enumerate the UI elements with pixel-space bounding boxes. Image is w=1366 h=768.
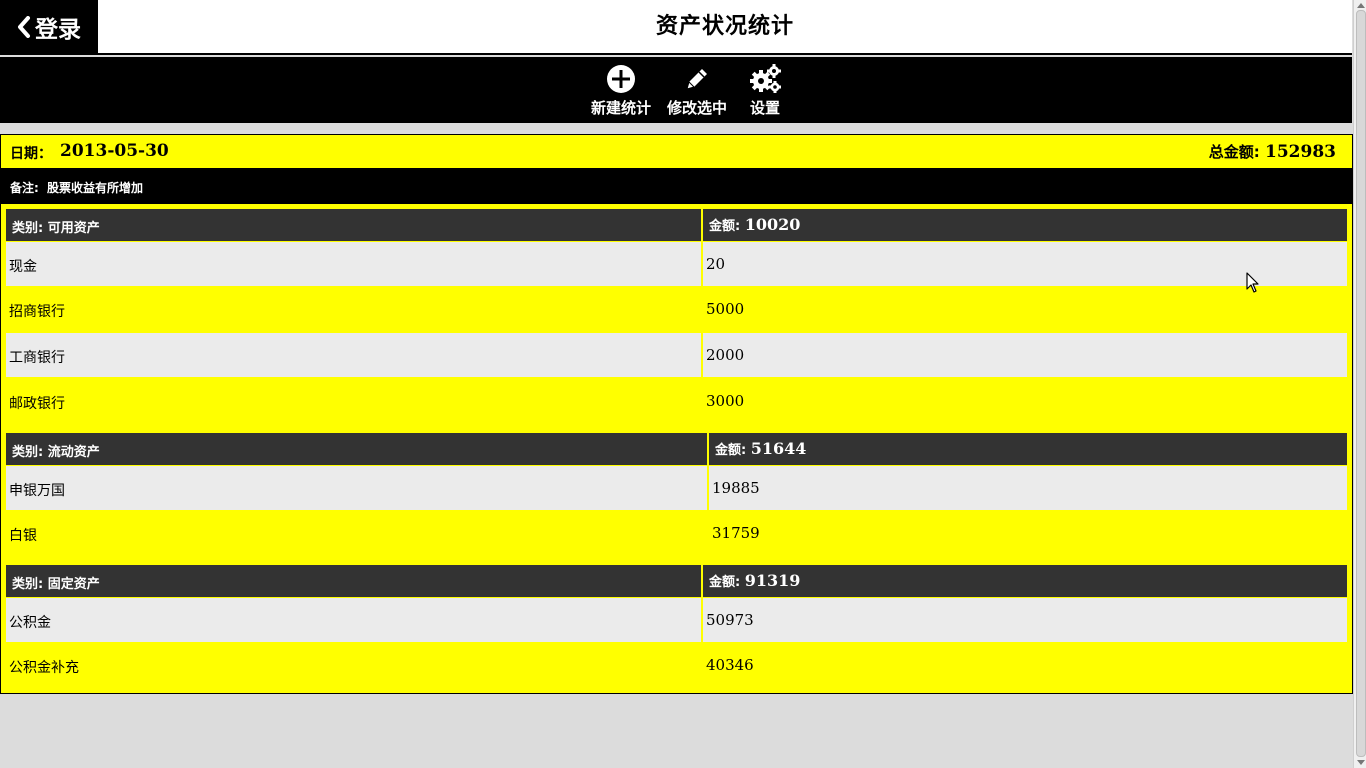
item-value-cell: 2000 bbox=[703, 333, 1347, 377]
pencil-icon bbox=[686, 69, 707, 90]
date-value: 2013-05-30 bbox=[60, 141, 169, 161]
total-label: 总金额: bbox=[1208, 143, 1266, 161]
category-cell: 类别: 固定资产 bbox=[6, 565, 701, 597]
table-row[interactable]: 申银万国 19885 bbox=[6, 466, 1347, 510]
category-amount-label: 金额: bbox=[709, 219, 745, 234]
vertical-scrollbar[interactable] bbox=[1353, 0, 1366, 768]
date-row: 日期： 2013-05-30 总金额: 152983 bbox=[1, 135, 1352, 168]
table-row[interactable]: 公积金补充 40346 bbox=[6, 643, 1347, 687]
table-row[interactable]: 现金 20 bbox=[6, 242, 1347, 286]
scroll-thumb[interactable] bbox=[1356, 10, 1366, 757]
item-name-cell: 工商银行 bbox=[6, 333, 701, 377]
category-amount-value: 51644 bbox=[750, 439, 807, 458]
item-name-cell: 公积金补充 bbox=[6, 643, 701, 687]
item-name: 招商银行 bbox=[9, 304, 65, 320]
settings-button[interactable]: 设置 bbox=[744, 63, 786, 123]
item-value: 5000 bbox=[706, 300, 745, 318]
category-cell: 类别: 可用资产 bbox=[6, 209, 701, 241]
table-row[interactable]: 招商银行 5000 bbox=[6, 287, 1347, 331]
item-name-cell: 现金 bbox=[6, 242, 701, 286]
back-button-label: 登录 bbox=[35, 16, 81, 43]
back-button[interactable]: 登录 bbox=[0, 0, 98, 53]
date-label: 日期： bbox=[10, 146, 52, 162]
item-name: 工商银行 bbox=[9, 350, 65, 366]
item-value: 50973 bbox=[706, 611, 754, 629]
edit-selected-button[interactable]: 修改选中 bbox=[664, 63, 730, 123]
item-value-cell: 19885 bbox=[709, 466, 1347, 510]
item-value-cell: 50973 bbox=[703, 598, 1347, 642]
total-value: 152983 bbox=[1265, 142, 1336, 162]
plus-circle-icon bbox=[607, 65, 635, 93]
category-row[interactable]: 类别: 可用资产 金额: 10020 bbox=[6, 209, 1347, 241]
category-label: 类别: 可用资产 bbox=[12, 221, 100, 236]
item-name-cell: 申银万国 bbox=[6, 466, 707, 510]
item-name-cell: 招商银行 bbox=[6, 287, 701, 331]
gears-icon bbox=[750, 64, 781, 93]
mouse-cursor-icon bbox=[1246, 272, 1259, 293]
table-row[interactable]: 白银 31759 bbox=[6, 511, 1347, 555]
category-amount-label: 金额: bbox=[709, 575, 745, 590]
item-value: 3000 bbox=[706, 392, 745, 410]
category-amount-cell: 金额: 91319 bbox=[703, 565, 1347, 597]
new-statistics-label: 新建统计 bbox=[590, 99, 651, 117]
item-name: 公积金补充 bbox=[9, 660, 79, 676]
edit-selected-label: 修改选中 bbox=[666, 99, 727, 117]
category-amount-value: 10020 bbox=[744, 215, 801, 234]
category-row[interactable]: 类别: 流动资产 金额: 51644 bbox=[6, 433, 1347, 465]
item-value-cell: 31759 bbox=[709, 511, 1347, 555]
item-value: 40346 bbox=[706, 656, 754, 674]
category-cell: 类别: 流动资产 bbox=[6, 433, 707, 465]
item-value: 19885 bbox=[712, 479, 760, 497]
category-amount-value: 91319 bbox=[744, 571, 801, 590]
item-name-cell: 白银 bbox=[6, 511, 707, 555]
scroll-up-arrow-icon[interactable] bbox=[1357, 3, 1365, 8]
page-title: 资产状况统计 bbox=[655, 14, 794, 39]
table-row[interactable]: 邮政银行 3000 bbox=[6, 379, 1347, 423]
item-value: 2000 bbox=[706, 346, 745, 364]
note-label: 备注: bbox=[10, 181, 39, 195]
item-value: 31759 bbox=[712, 524, 760, 542]
item-name: 现金 bbox=[9, 259, 37, 275]
settings-label: 设置 bbox=[749, 99, 780, 117]
new-statistics-button[interactable]: 新建统计 bbox=[588, 63, 654, 123]
note-row: 备注: 股票收益有所增加 bbox=[1, 168, 1352, 204]
category-amount-cell: 金额: 51644 bbox=[709, 433, 1347, 465]
category-label: 类别: 固定资产 bbox=[12, 577, 100, 592]
item-name: 公积金 bbox=[9, 615, 51, 631]
item-name-cell: 公积金 bbox=[6, 598, 701, 642]
category-row[interactable]: 类别: 固定资产 金额: 91319 bbox=[6, 565, 1347, 597]
table-row[interactable]: 公积金 50973 bbox=[6, 598, 1347, 642]
toolbar: 新建统计 修改选中 设置 bbox=[0, 57, 1352, 123]
category-label: 类别: 流动资产 bbox=[12, 445, 100, 460]
item-name: 白银 bbox=[9, 528, 37, 544]
note-value: 股票收益有所增加 bbox=[47, 181, 144, 195]
table-row[interactable]: 工商银行 2000 bbox=[6, 333, 1347, 377]
category-amount-cell: 金额: 10020 bbox=[703, 209, 1347, 241]
item-name: 邮政银行 bbox=[9, 396, 65, 412]
header-bar: 登录 资产状况统计 bbox=[0, 0, 1352, 55]
item-value-cell: 3000 bbox=[703, 379, 1347, 423]
item-value-cell: 40346 bbox=[703, 643, 1347, 687]
chevron-left-icon bbox=[18, 15, 30, 38]
total-amount: 总金额: 152983 bbox=[1209, 141, 1336, 162]
item-name: 申银万国 bbox=[9, 483, 65, 499]
category-amount-label: 金额: bbox=[715, 443, 751, 458]
scroll-down-arrow-icon[interactable] bbox=[1357, 760, 1365, 765]
item-name-cell: 邮政银行 bbox=[6, 379, 701, 423]
record-card[interactable]: 日期： 2013-05-30 总金额: 152983 备注: 股票收益有所增加 … bbox=[0, 134, 1353, 694]
item-value: 20 bbox=[706, 255, 726, 273]
